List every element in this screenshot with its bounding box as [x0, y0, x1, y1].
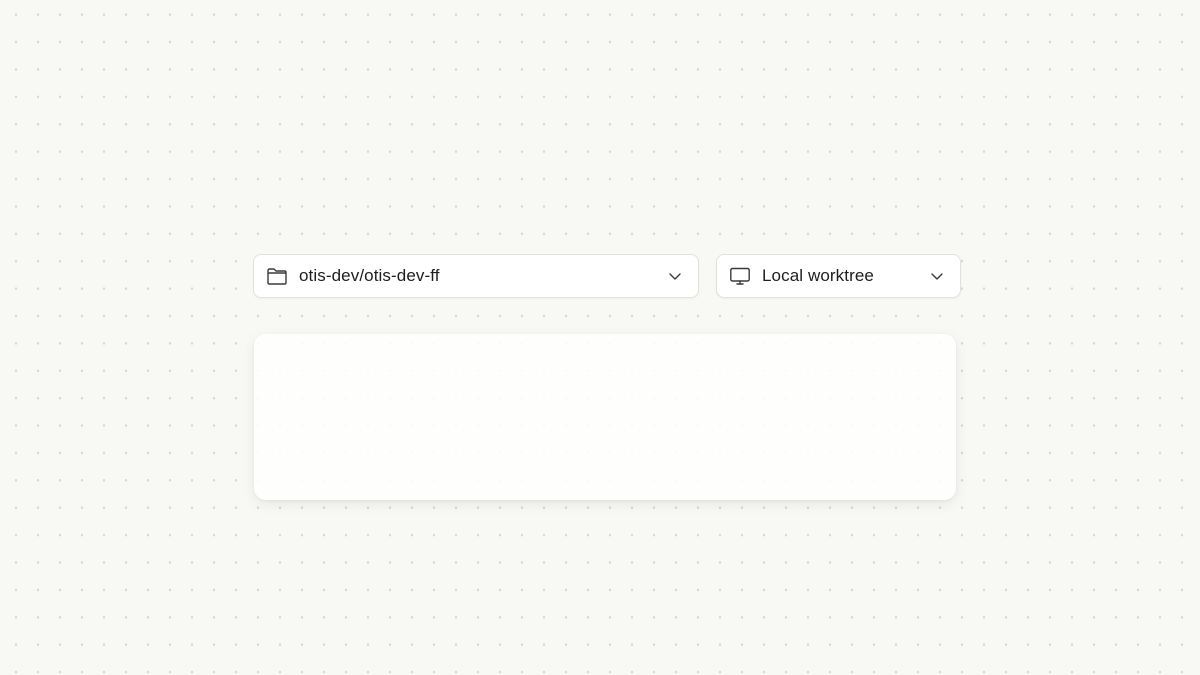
repo-selector-label: otis-dev/otis-dev-ff [299, 266, 440, 285]
chevron-down-icon [666, 267, 684, 285]
prompt-panel[interactable] [254, 334, 956, 500]
chevron-down-icon [928, 267, 946, 285]
repo-selector[interactable]: otis-dev/otis-dev-ff [253, 254, 699, 298]
environment-selector[interactable]: Local worktree [716, 254, 961, 298]
environment-selector-label: Local worktree [762, 266, 874, 285]
monitor-icon [728, 264, 752, 288]
folder-icon [265, 264, 289, 288]
